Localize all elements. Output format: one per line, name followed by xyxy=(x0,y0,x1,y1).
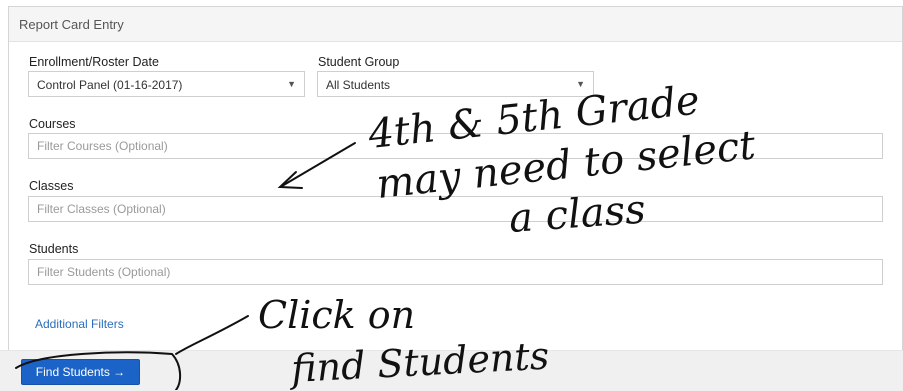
student-group-label: Student Group xyxy=(318,55,400,69)
additional-filters-link[interactable]: Additional Filters xyxy=(35,317,124,331)
enrollment-label: Enrollment/Roster Date xyxy=(29,55,159,69)
student-group-value: All Students xyxy=(326,78,391,92)
students-filter-input[interactable] xyxy=(28,259,883,285)
panel-title: Report Card Entry xyxy=(19,17,124,32)
chevron-down-icon: ▼ xyxy=(576,79,585,89)
courses-filter-input[interactable] xyxy=(28,133,883,159)
courses-label: Courses xyxy=(29,117,76,131)
enrollment-value: Control Panel (01-16-2017) xyxy=(37,78,183,92)
classes-label: Classes xyxy=(29,179,74,193)
student-group-select[interactable]: All Students ▼ xyxy=(317,71,594,97)
panel-heading: Report Card Entry xyxy=(9,7,902,42)
chevron-down-icon: ▼ xyxy=(287,79,296,89)
classes-filter-input[interactable] xyxy=(28,196,883,222)
enrollment-select[interactable]: Control Panel (01-16-2017) ▼ xyxy=(28,71,305,97)
panel-footer: Find Students → xyxy=(0,350,903,391)
find-students-button[interactable]: Find Students → xyxy=(21,359,140,385)
students-label: Students xyxy=(29,242,79,256)
